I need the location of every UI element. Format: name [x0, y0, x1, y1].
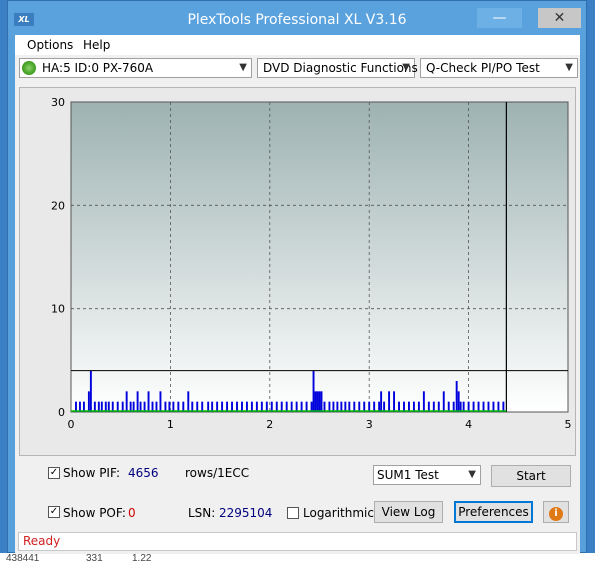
start-button[interactable]: Start: [491, 465, 571, 487]
drive-select-value: HA:5 ID:0 PX-760A: [42, 61, 154, 75]
logarithmic-checkbox[interactable]: [287, 507, 299, 519]
data-bar: [136, 391, 139, 412]
x-tick-label: 4: [465, 418, 472, 431]
y-tick-label: 20: [51, 199, 65, 212]
x-tick-label: 5: [565, 418, 572, 431]
data-bar: [320, 391, 323, 412]
status-bar: Ready: [18, 532, 577, 551]
background-cell: 1.22: [132, 553, 152, 564]
chevron-down-icon: ▼: [239, 62, 247, 73]
close-button[interactable]: ✕: [538, 8, 581, 28]
info-button[interactable]: i: [543, 501, 569, 523]
data-bar: [159, 391, 162, 412]
data-bar: [380, 391, 383, 412]
data-bar: [455, 381, 458, 412]
data-bar: [147, 391, 150, 412]
menu-bar: Options Help: [15, 35, 580, 55]
pof-value: 0: [128, 506, 136, 520]
y-tick-label: 10: [51, 303, 65, 316]
chevron-down-icon: ▼: [565, 62, 573, 73]
data-bar: [442, 391, 445, 412]
show-pof-label: Show POF:: [63, 506, 126, 520]
chart-panel: 0 1 2 3 4 5 0 10 20 30: [19, 87, 576, 456]
menu-help[interactable]: Help: [83, 38, 110, 52]
sum-test-select-value: SUM1 Test: [377, 468, 439, 482]
app-window: XL PlexTools Professional XL V3.16 — ☐ ✕…: [7, 0, 587, 554]
data-bar: [457, 391, 460, 412]
disc-icon: [22, 61, 36, 75]
pi-chart: 0 1 2 3 4 5 0 10 20 30: [51, 96, 572, 431]
data-bar: [318, 391, 321, 412]
sum-test-select[interactable]: SUM1 Test ▼: [373, 465, 481, 485]
lsn-label: LSN:: [188, 506, 216, 520]
data-bar: [388, 391, 391, 412]
x-tick-label: 0: [68, 418, 75, 431]
minimize-button[interactable]: —: [477, 8, 522, 28]
data-bar: [125, 391, 128, 412]
chevron-down-icon: ▼: [402, 62, 410, 73]
data-bar: [316, 391, 319, 412]
title-bar[interactable]: XL PlexTools Professional XL V3.16 — ☐ ✕: [8, 1, 586, 35]
plot-area: [70, 101, 569, 413]
view-log-button[interactable]: View Log: [374, 501, 443, 523]
background-cell: 331: [86, 553, 103, 564]
show-pif-label: Show PIF:: [63, 466, 120, 480]
x-tick-label: 1: [167, 418, 174, 431]
data-bar: [312, 370, 315, 412]
x-tick-label: 2: [266, 418, 273, 431]
background-cell: 438441: [6, 553, 40, 564]
drive-select[interactable]: HA:5 ID:0 PX-760A ▼: [19, 58, 252, 78]
pif-value: 4656: [128, 466, 159, 480]
client-area: Options Help HA:5 ID:0 PX-760A ▼ DVD Dia…: [15, 35, 580, 554]
x-tick-label: 3: [366, 418, 373, 431]
data-bar: [422, 391, 425, 412]
data-bar: [89, 370, 92, 412]
data-bar: [393, 391, 396, 412]
preferences-button[interactable]: Preferences: [454, 501, 533, 523]
pif-unit: rows/1ECC: [185, 466, 250, 480]
y-tick-label: 0: [58, 406, 65, 419]
logarithmic-label: Logarithmic: [303, 506, 374, 520]
show-pif-checkbox[interactable]: ✓: [48, 467, 60, 479]
test-select-value: Q-Check PI/PO Test: [426, 61, 540, 75]
y-tick-label: 30: [51, 96, 65, 109]
function-select[interactable]: DVD Diagnostic Functions ▼: [257, 58, 418, 78]
menu-options[interactable]: Options: [27, 38, 73, 52]
data-bar: [87, 391, 90, 412]
info-icon: i: [549, 507, 563, 521]
lsn-value: 2295104: [219, 506, 273, 520]
chevron-down-icon: ▼: [468, 469, 476, 480]
test-select[interactable]: Q-Check PI/PO Test ▼: [420, 58, 578, 78]
show-pof-checkbox[interactable]: ✓: [48, 506, 60, 518]
data-bar: [187, 391, 190, 412]
function-select-value: DVD Diagnostic Functions: [263, 61, 418, 75]
data-bar: [314, 391, 317, 412]
